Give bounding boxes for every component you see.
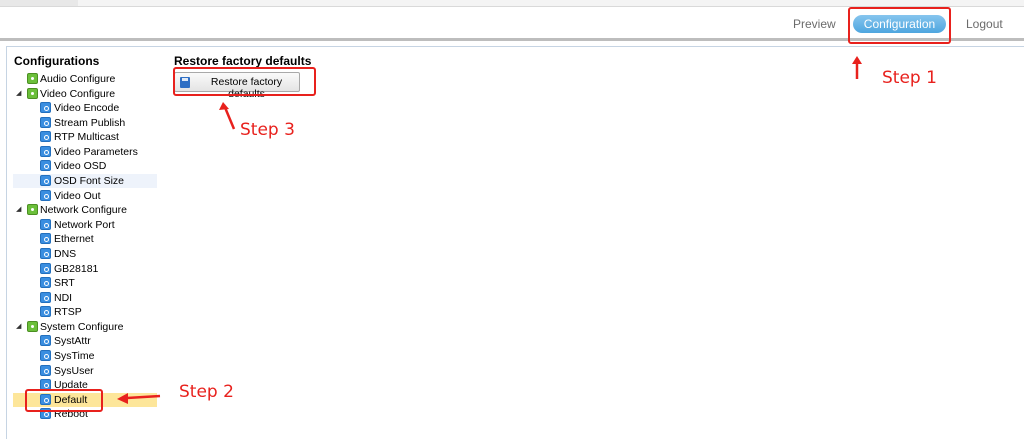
sidebar-title: Configurations	[14, 54, 100, 68]
tree-item-label: GB28181	[54, 262, 99, 275]
tree-item-label: SRT	[54, 277, 75, 290]
tree-item-video-osd[interactable]: Video OSD	[7, 159, 164, 173]
page-title: Restore factory defaults	[174, 54, 312, 68]
folder-group-icon	[27, 73, 38, 84]
tree-item-label: DNS	[54, 247, 77, 260]
tree-group-audio-configure[interactable]: Audio Configure	[7, 72, 164, 86]
annotation-step3: Step 3	[240, 120, 295, 140]
settings-page-icon	[40, 364, 51, 376]
annotation-arrow-step2	[117, 393, 161, 404]
tree-item-label: SystAttr	[54, 335, 91, 348]
tree-item-ndi[interactable]: NDI	[7, 291, 164, 305]
tree-item-sysuser[interactable]: SysUser	[7, 364, 164, 378]
annotation-box-restore	[173, 67, 316, 96]
settings-page-icon	[40, 262, 51, 274]
folder-group-icon	[27, 204, 38, 216]
settings-page-icon	[40, 335, 51, 347]
settings-page-icon	[40, 189, 51, 201]
tree-item-label: SysTime	[54, 350, 95, 363]
tree-item-gb28181[interactable]: GB28181	[7, 262, 164, 276]
tree-item-label: OSD Font Size	[54, 175, 125, 188]
tree-item-osd-font-size[interactable]: OSD Font Size	[13, 174, 157, 189]
tree-item-label: RTP Multicast	[54, 131, 119, 144]
tree-group-system-configure[interactable]: ◢ System Configure	[7, 320, 164, 334]
settings-page-icon	[40, 218, 51, 230]
annotation-arrow-step3	[219, 102, 236, 130]
annotation-arrow-step1	[852, 56, 862, 79]
tree-item-label: Video Encode	[54, 102, 120, 115]
tree-item-systime[interactable]: SysTime	[7, 349, 164, 363]
tree-item-srt[interactable]: SRT	[7, 276, 164, 290]
tree-item-label: Video Configure	[40, 87, 116, 100]
tree-item-stream-publish[interactable]: Stream Publish	[7, 116, 164, 130]
tree-item-label: Ethernet	[54, 233, 94, 246]
tree-item-video-encode[interactable]: Video Encode	[7, 101, 164, 115]
tab-strip-mark	[0, 0, 78, 6]
tree-item-label: Stream Publish	[54, 116, 126, 129]
tree-item-label: Video OSD	[54, 160, 107, 173]
annotation-step1: Step 1	[882, 68, 937, 88]
tree-item-network-port[interactable]: Network Port	[7, 218, 164, 232]
tree-item-ethernet[interactable]: Ethernet	[7, 232, 164, 246]
settings-page-icon	[40, 350, 51, 362]
settings-page-icon	[40, 291, 51, 303]
tree-item-rtsp[interactable]: RTSP	[7, 305, 164, 319]
expand-toggle-icon[interactable]: ◢	[16, 87, 24, 101]
tree-item-label: SysUser	[54, 364, 94, 377]
annotation-box-default	[25, 389, 103, 412]
tree-item-label: Network Configure	[40, 204, 127, 217]
settings-page-icon	[40, 131, 51, 143]
tree-item-video-out[interactable]: Video Out	[7, 189, 164, 203]
settings-page-icon	[40, 277, 51, 289]
tree-item-dns[interactable]: DNS	[7, 247, 164, 261]
main-content: Restore factory defaults Restore factory…	[166, 46, 1024, 439]
tree-item-rtp-multicast[interactable]: RTP Multicast	[7, 130, 164, 144]
folder-group-icon	[27, 87, 38, 99]
settings-page-icon	[40, 102, 51, 114]
tree-item-label: Audio Configure	[40, 73, 116, 85]
tree-item-video-parameters[interactable]: Video Parameters	[7, 145, 164, 159]
settings-page-icon	[40, 247, 51, 259]
tree-group-network-configure[interactable]: ◢ Network Configure	[7, 203, 164, 217]
tree-item-label: Network Port	[54, 218, 115, 231]
settings-page-icon	[40, 116, 51, 128]
browser-top-strip	[0, 0, 1024, 7]
tree-group-video-configure[interactable]: ◢ Video Configure	[7, 87, 164, 101]
nav-preview[interactable]: Preview	[793, 17, 836, 31]
tree-item-systattr[interactable]: SystAttr	[7, 334, 164, 348]
tree-item-label: Video Out	[54, 189, 101, 202]
settings-page-icon	[40, 145, 51, 157]
tree-item-label: RTSP	[54, 306, 82, 319]
sidebar: Configurations Audio Configure ◢ Video Con…	[6, 46, 167, 439]
settings-page-icon	[40, 306, 51, 318]
settings-page-icon	[40, 160, 51, 172]
tree-item-label: NDI	[54, 291, 73, 304]
annotation-step2: Step 2	[179, 382, 234, 402]
expand-toggle-icon[interactable]: ◢	[16, 320, 24, 334]
tree-item-label: Video Parameters	[54, 145, 138, 158]
expand-toggle-icon[interactable]: ◢	[16, 203, 24, 217]
tree-item-label: System Configure	[40, 320, 124, 333]
folder-group-icon	[27, 320, 38, 332]
annotation-box-configuration	[848, 7, 951, 44]
settings-page-icon	[40, 233, 51, 245]
settings-page-icon	[40, 175, 51, 187]
nav-logout[interactable]: Logout	[966, 17, 1003, 31]
